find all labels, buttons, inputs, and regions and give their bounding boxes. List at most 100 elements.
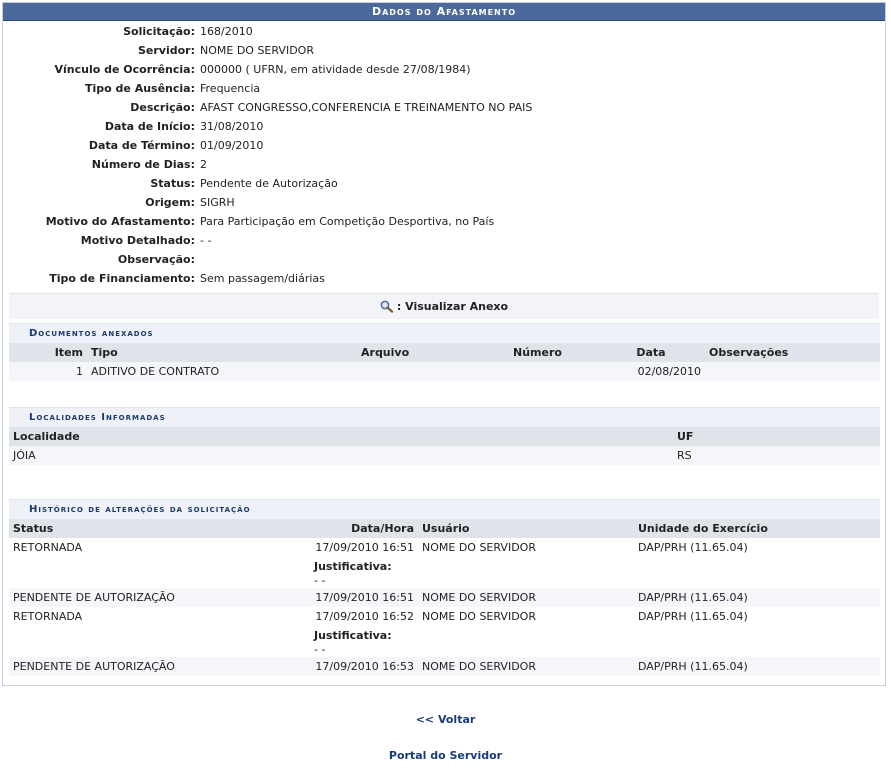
col-arquivo: Arquivo xyxy=(357,343,509,362)
visualizar-anexo-button[interactable]: : Visualizar Anexo xyxy=(9,293,879,319)
justificativa-label: Justificativa: xyxy=(314,560,392,573)
field-label: Tipo de Financiamento: xyxy=(49,272,195,285)
field-row: Status: Pendente de Autorização xyxy=(3,174,885,193)
field-row: Observação: xyxy=(3,250,885,269)
cell-unidade: DAP/PRH (11.65.04) xyxy=(638,610,748,623)
col-observacoes: Observações xyxy=(705,343,880,362)
col-uf: UF xyxy=(673,427,880,446)
documentos-title: Documentos anexados xyxy=(9,323,880,343)
cell-datahora: 17/09/2010 16:52 Justificativa: - - xyxy=(310,607,418,657)
cell-status: PENDENTE DE AUTORIZAÇÃO xyxy=(9,657,310,676)
cell-uf: RS xyxy=(673,446,880,465)
col-item: Item xyxy=(9,343,87,362)
field-value: 000000 ( UFRN, em atividade desde 27/08/… xyxy=(200,63,471,76)
field-label: Descrição: xyxy=(130,101,195,114)
cell-datahora-text: 17/09/2010 16:51 xyxy=(315,541,414,554)
field-label: Tipo de Ausência: xyxy=(85,82,195,95)
field-row: Motivo Detalhado: - - xyxy=(3,231,885,250)
documentos-section: Documentos anexados Item Tipo Arquivo Nú… xyxy=(9,323,880,381)
cell-data: 02/08/2010 xyxy=(597,362,705,381)
justificativa-value: - - xyxy=(314,643,326,656)
field-label: Motivo Detalhado: xyxy=(80,234,195,247)
field-label: Solicitação: xyxy=(123,25,195,38)
field-row: Tipo de Financiamento: Sem passagem/diári… xyxy=(3,269,885,288)
localidades-table: Localidade UF JÓIA RS xyxy=(9,427,880,465)
field-label: Motivo do Afastamento: xyxy=(45,215,195,228)
col-usuario: Usuário xyxy=(418,519,634,538)
documentos-table: Item Tipo Arquivo Número Data Observaçõe… xyxy=(9,343,880,381)
cell-unidade: DAP/PRH (11.65.04) xyxy=(634,657,880,676)
field-value: Para Participação em Competição Desporti… xyxy=(200,215,495,228)
table-row: PENDENTE DE AUTORIZAÇÃO 17/09/2010 16:51… xyxy=(9,588,880,607)
field-value: 168/2010 xyxy=(200,25,253,38)
cell-datahora: 17/09/2010 16:53 xyxy=(310,657,418,676)
cell-tipo: ADITIVO DE CONTRATO xyxy=(87,362,357,381)
field-label: Data de Início: xyxy=(104,120,195,133)
field-label: Servidor: xyxy=(137,44,195,57)
field-value: AFAST CONGRESSO,CONFERENCIA E TREINAMENT… xyxy=(200,101,533,114)
historico-table: Status Data/Hora Usuário Unidade do Exer… xyxy=(9,519,880,676)
field-label: Observação: xyxy=(117,253,195,266)
afastamento-panel: Dados do Afastamento Solicitação: 168/201… xyxy=(2,2,886,686)
col-datahora: Data/Hora xyxy=(310,519,418,538)
field-label: Origem: xyxy=(145,196,195,209)
panel-title: Dados do Afastamento xyxy=(3,3,885,21)
portal-do-servidor-link[interactable]: Portal do Servidor xyxy=(389,749,502,762)
table-row: RETORNADA 17/09/2010 16:52 Justificativa… xyxy=(9,607,880,657)
table-row: PENDENTE DE AUTORIZAÇÃO 17/09/2010 16:53… xyxy=(9,657,880,676)
field-row: Descrição: AFAST CONGRESSO,CONFERENCIA E … xyxy=(3,98,885,117)
col-data: Data xyxy=(597,343,705,362)
cell-unidade: DAP/PRH (11.65.04) xyxy=(638,541,748,554)
cell-unidade: DAP/PRH (11.65.04) xyxy=(634,588,880,607)
field-row: Tipo de Ausência: Frequencia xyxy=(3,79,885,98)
justificativa-value: - - xyxy=(314,574,326,587)
field-row: Vínculo de Ocorrência: 000000 ( UFRN, em … xyxy=(3,60,885,79)
field-row: Solicitação: 168/2010 xyxy=(3,22,885,41)
info-list: Solicitação: 168/2010 Servidor: NOME DO SE… xyxy=(3,22,885,288)
col-tipo: Tipo xyxy=(87,343,357,362)
field-label: Status: xyxy=(150,177,195,190)
portal-container: Portal do Servidor xyxy=(0,749,891,762)
cell-localidade: JÓIA xyxy=(9,446,673,465)
table-row: RETORNADA 17/09/2010 16:51 Justificativa… xyxy=(9,538,880,588)
cell-status: RETORNADA xyxy=(13,610,83,623)
field-row: Número de Dias: 2 xyxy=(3,155,885,174)
cell-datahora-text: 17/09/2010 16:52 xyxy=(315,610,414,623)
cell-status: PENDENTE DE AUTORIZAÇÃO xyxy=(9,588,310,607)
cell-usuario: NOME DO SERVIDOR xyxy=(422,541,536,554)
table-row: 1 ADITIVO DE CONTRATO 02/08/2010 xyxy=(9,362,880,381)
historico-title: Histórico de alterações da solicitação xyxy=(9,499,880,519)
cell-obs xyxy=(705,362,880,381)
col-unidade: Unidade do Exercício xyxy=(634,519,880,538)
field-value: Frequencia xyxy=(200,82,261,95)
cell-datahora: 17/09/2010 16:51 Justificativa: - - xyxy=(310,538,418,588)
field-row: Origem: SIGRH xyxy=(3,193,885,212)
field-value: - - xyxy=(200,234,212,247)
field-label: Número de Dias: xyxy=(91,158,195,171)
field-label: Data de Término: xyxy=(88,139,195,152)
col-localidade: Localidade xyxy=(9,427,673,446)
field-value: 2 xyxy=(200,158,207,171)
cell-status: RETORNADA xyxy=(13,541,83,554)
field-value: Sem passagem/diárias xyxy=(200,272,325,285)
voltar-link[interactable]: << Voltar xyxy=(416,713,476,726)
localidades-section: Localidades Informadas Localidade UF JÓI… xyxy=(9,407,880,465)
justificativa-block: Justificativa: - - xyxy=(314,629,414,657)
cell-item: 1 xyxy=(9,362,87,381)
voltar-container: << Voltar xyxy=(0,713,891,726)
col-numero: Número xyxy=(509,343,597,362)
field-row: Data de Início: 31/08/2010 xyxy=(3,117,885,136)
field-row: Motivo do Afastamento: Para Participação … xyxy=(3,212,885,231)
field-row: Data de Término: 01/09/2010 xyxy=(3,136,885,155)
field-value: Pendente de Autorização xyxy=(200,177,338,190)
magnifier-icon xyxy=(380,300,393,313)
justificativa-label: Justificativa: xyxy=(314,629,392,642)
cell-usuario: NOME DO SERVIDOR xyxy=(418,657,634,676)
cell-numero xyxy=(509,362,597,381)
field-row: Servidor: NOME DO SERVIDOR xyxy=(3,41,885,60)
field-label: Vínculo de Ocorrência: xyxy=(54,63,195,76)
cell-usuario: NOME DO SERVIDOR xyxy=(422,610,536,623)
justificativa-block: Justificativa: - - xyxy=(314,560,414,588)
field-value: 01/09/2010 xyxy=(200,139,264,152)
visualizar-anexo-label: : Visualizar Anexo xyxy=(396,300,509,313)
